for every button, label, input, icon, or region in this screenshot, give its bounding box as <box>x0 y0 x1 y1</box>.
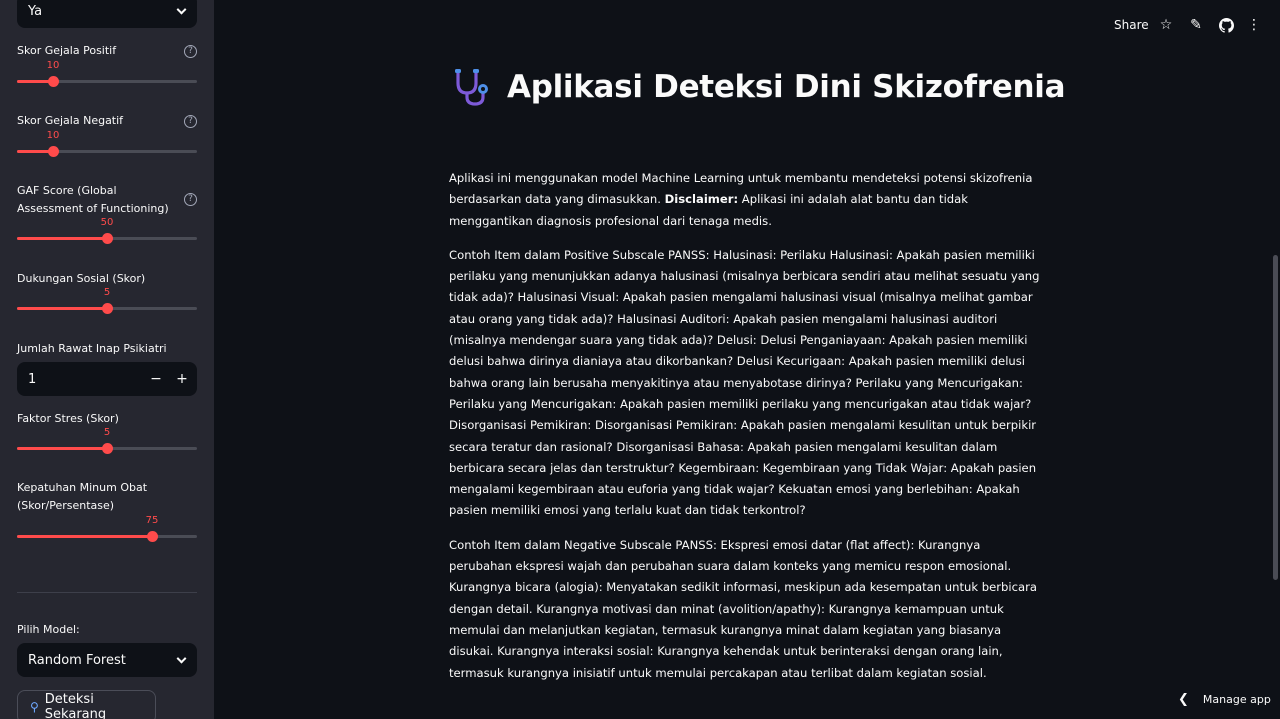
slider-value: 10 <box>46 60 60 71</box>
magnifier-icon: ⚲ <box>30 700 39 714</box>
slider-label-negative: Skor Gejala Negatif <box>17 114 124 127</box>
share-button[interactable]: Share <box>1114 18 1149 32</box>
hospitalization-number-input[interactable]: 1 − + <box>17 362 197 396</box>
slider-value: 5 <box>103 427 111 438</box>
slider-positive[interactable]: 10 <box>17 60 197 91</box>
github-icon[interactable] <box>1217 16 1235 34</box>
positive-subscale-paragraph: Contoh Item dalam Positive Subscale PANS… <box>449 247 1040 518</box>
slider-label-social: Dukungan Sosial (Skor) <box>17 272 146 285</box>
negative-subscale-paragraph: Contoh Item dalam Negative Subscale PANS… <box>449 537 1037 680</box>
slider-value: 50 <box>100 217 114 228</box>
help-icon[interactable]: ? <box>184 45 197 58</box>
page-title: Aplikasi Deteksi Dini Skizofrenia <box>507 69 1066 105</box>
stethoscope-icon <box>455 69 488 106</box>
top-select-value: Ya <box>28 3 43 19</box>
top-select[interactable]: Ya <box>17 0 197 28</box>
slider-thumb[interactable] <box>102 233 113 244</box>
model-select-label: Pilih Model: <box>17 623 80 636</box>
slider-label-gaf: GAF Score (Global Assessment of Function… <box>17 184 169 215</box>
star-icon[interactable]: ☆ <box>1157 16 1175 34</box>
chevron-left-icon: ❮ <box>1178 692 1189 707</box>
slider-label-stress: Faktor Stres (Skor) <box>17 412 119 425</box>
intro-paragraph: Aplikasi ini menggunakan model Machine L… <box>449 171 1033 228</box>
pencil-icon[interactable]: ✎ <box>1187 16 1205 34</box>
main-content: Aplikasi ini menggunakan model Machine L… <box>449 168 1041 697</box>
slider-value: 75 <box>145 515 159 526</box>
chevron-down-icon <box>176 653 187 664</box>
sidebar: Ya Skor Gejala Positif ? 10 Skor Gejala … <box>0 0 214 719</box>
detect-button-label: Deteksi Sekarang <box>44 692 107 719</box>
increment-button[interactable]: + <box>169 362 195 396</box>
slider-thumb[interactable] <box>147 531 158 542</box>
decrement-button[interactable]: − <box>143 362 169 396</box>
number-input-label: Jumlah Rawat Inap Psikiatri <box>17 342 167 355</box>
page-title-row: Aplikasi Deteksi Dini Skizofrenia <box>453 64 1066 110</box>
manage-app-button[interactable]: ❮ Manage app <box>1178 692 1271 707</box>
slider-value: 5 <box>103 287 111 298</box>
slider-adherence[interactable]: 75 <box>17 515 197 546</box>
slider-thumb[interactable] <box>48 146 59 157</box>
model-select-value: Random Forest <box>28 652 126 668</box>
model-select[interactable]: Random Forest <box>17 643 197 677</box>
slider-value: 10 <box>46 130 60 141</box>
slider-stress[interactable]: 5 <box>17 427 197 458</box>
help-icon[interactable]: ? <box>184 193 197 206</box>
slider-negative[interactable]: 10 <box>17 130 197 161</box>
number-input-value: 1 <box>28 371 37 387</box>
slider-thumb[interactable] <box>48 76 59 87</box>
slider-social[interactable]: 5 <box>17 287 197 318</box>
detect-button[interactable]: ⚲ Deteksi Sekarang <box>17 690 156 719</box>
disclaimer-label: Disclaimer: <box>664 192 739 207</box>
slider-gaf[interactable]: 50 <box>17 217 197 248</box>
help-icon[interactable]: ? <box>184 115 197 128</box>
sidebar-divider <box>17 592 197 593</box>
more-icon[interactable]: ⋮ <box>1245 16 1263 34</box>
chevron-down-icon <box>176 4 187 15</box>
scrollbar[interactable] <box>1273 255 1278 580</box>
slider-label-adherence: Kepatuhan Minum Obat (Skor/Persentase) <box>17 481 148 512</box>
slider-thumb[interactable] <box>102 443 113 454</box>
slider-label-positive: Skor Gejala Positif <box>17 44 117 57</box>
slider-thumb[interactable] <box>102 303 113 314</box>
